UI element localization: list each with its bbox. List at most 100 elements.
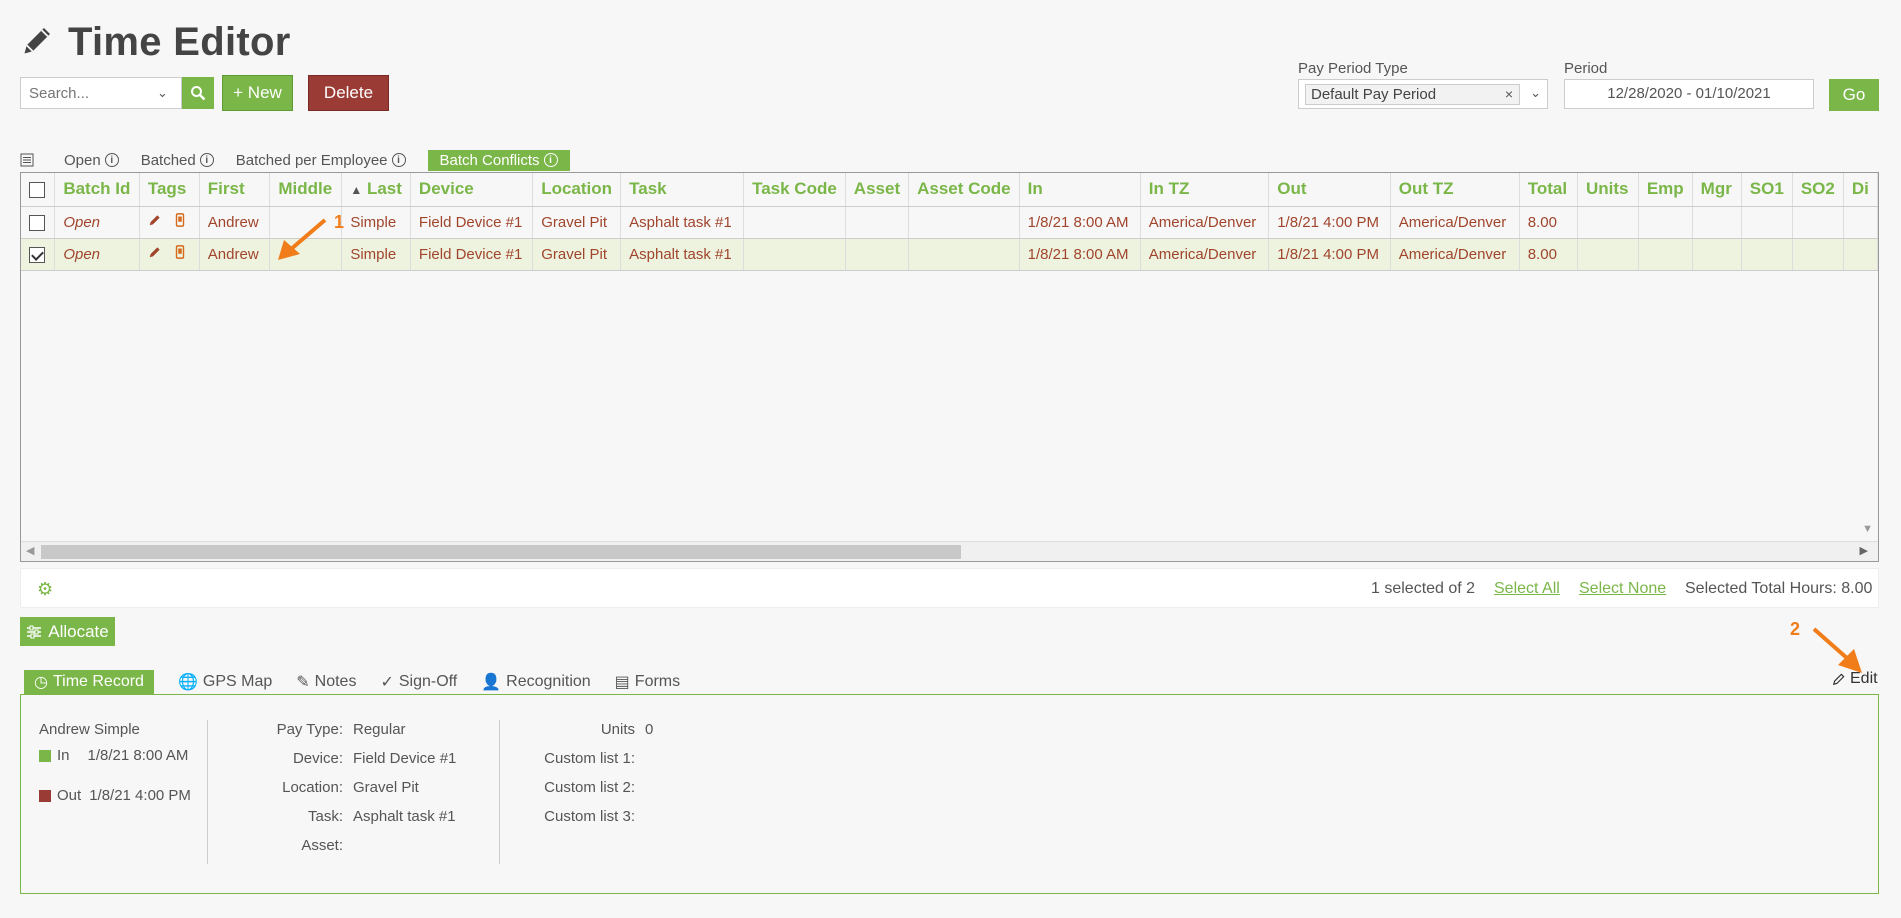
- task-code-cell: [743, 206, 846, 239]
- tab-batched[interactable]: Batched i: [141, 152, 214, 169]
- tab-sign-off[interactable]: ✓ Sign-Off: [380, 672, 457, 692]
- search-button[interactable]: [182, 77, 214, 109]
- col-header[interactable]: Units: [1577, 173, 1639, 207]
- asset-cell: [845, 206, 910, 239]
- row-checkbox-cell[interactable]: [21, 238, 56, 271]
- col-header[interactable]: Task Code: [743, 173, 846, 207]
- select-all-checkbox-cell[interactable]: [21, 173, 56, 207]
- col-header[interactable]: Out: [1268, 173, 1391, 207]
- col-header[interactable]: In TZ: [1140, 173, 1270, 207]
- info-icon[interactable]: i: [391, 153, 406, 167]
- pay-period-type-select[interactable]: Default Pay Period × ⌄: [1298, 79, 1548, 109]
- asset-cell: [845, 238, 910, 271]
- annotation-number-2: 2: [1790, 619, 1801, 639]
- col-header[interactable]: Location: [532, 173, 622, 207]
- col-header[interactable]: Task: [620, 173, 745, 207]
- gear-icon[interactable]: ⚙: [37, 579, 53, 600]
- checkbox[interactable]: [29, 181, 45, 198]
- custom-list-1-row: Custom list 1:: [511, 750, 635, 767]
- info-icon[interactable]: i: [543, 153, 558, 167]
- tab-time-record[interactable]: ◷ Time Record: [24, 670, 154, 694]
- custom-list-3-row: Custom list 3:: [511, 808, 635, 825]
- col-header[interactable]: Device: [410, 173, 534, 207]
- col-header[interactable]: Di: [1843, 173, 1878, 207]
- di-cell: [1843, 206, 1878, 239]
- tab-label: Time Record: [52, 673, 144, 690]
- tab-label: Batched: [140, 151, 196, 169]
- select-none-link[interactable]: Select None: [1579, 580, 1666, 598]
- scroll-right-arrow[interactable]: ▶: [1860, 544, 1868, 557]
- tab-forms[interactable]: ▤ Forms: [615, 672, 680, 692]
- search-box[interactable]: ⌄: [20, 77, 182, 109]
- mgr-cell: [1692, 238, 1742, 271]
- pencil-icon: [149, 247, 160, 258]
- chevron-down-icon[interactable]: ⌄: [157, 85, 168, 101]
- new-button[interactable]: + New: [222, 75, 293, 111]
- delete-button[interactable]: Delete: [308, 75, 389, 111]
- table-header-row: Batch Id Tags First Middle ▲ Last Device…: [21, 173, 1878, 207]
- checkbox[interactable]: [29, 214, 45, 231]
- col-header[interactable]: SO2: [1792, 173, 1844, 207]
- allocate-label: Allocate: [48, 621, 109, 641]
- col-header[interactable]: Total: [1519, 173, 1579, 207]
- col-header[interactable]: Batch Id: [54, 173, 140, 207]
- device-row: Device: Field Device #1: [221, 750, 456, 767]
- col-header[interactable]: Tags: [139, 173, 200, 207]
- tab-gps-map[interactable]: 🌐 GPS Map: [178, 672, 272, 692]
- list-icon[interactable]: [20, 153, 34, 167]
- device-cell: Field Device #1: [410, 238, 534, 271]
- col-header[interactable]: SO1: [1741, 173, 1793, 207]
- chevron-down-icon[interactable]: ⌄: [1530, 85, 1541, 101]
- col-header[interactable]: Emp: [1638, 173, 1693, 207]
- units-cell: [1577, 206, 1639, 239]
- grid-footer: ⚙ 1 selected of 2 Select All Select None…: [20, 568, 1879, 608]
- location-row: Location: Gravel Pit: [221, 779, 419, 796]
- task-cell: Asphalt task #1: [620, 206, 745, 239]
- col-header[interactable]: First: [199, 173, 271, 207]
- col-header[interactable]: Asset Code: [908, 173, 1020, 207]
- col-header[interactable]: Out TZ: [1390, 173, 1520, 207]
- go-button[interactable]: Go: [1829, 79, 1879, 111]
- horizontal-scrollbar[interactable]: ◀ ▶: [21, 541, 1878, 561]
- select-all-link[interactable]: Select All: [1494, 580, 1560, 598]
- tab-batched-per-employee[interactable]: Batched per Employee i: [236, 152, 406, 169]
- scrollbar-thumb[interactable]: [41, 545, 961, 559]
- checkbox-checked[interactable]: [29, 246, 45, 263]
- out-time: 1/8/21 4:00 PM: [89, 787, 191, 804]
- scroll-down-arrow[interactable]: ▼: [1862, 523, 1873, 535]
- scroll-left-arrow[interactable]: ◀: [26, 544, 34, 557]
- selected-total-hours: Selected Total Hours: 8.00: [1685, 580, 1873, 597]
- col-header[interactable]: Asset: [845, 173, 910, 207]
- tab-batch-conflicts[interactable]: Batch Conflicts i: [427, 149, 570, 171]
- custom-list-3-key: Custom list 3:: [544, 808, 635, 825]
- pay-period-chip[interactable]: Default Pay Period ×: [1305, 84, 1520, 105]
- batch-id-cell: Open: [54, 238, 140, 271]
- info-icon[interactable]: i: [104, 153, 119, 167]
- in-cell: 1/8/21 8:00 AM: [1019, 238, 1141, 271]
- total-cell: 8.00: [1519, 206, 1579, 239]
- tab-open[interactable]: Open i: [64, 152, 119, 169]
- grid-tabs: Open i Batched i Batched per Employee i Bat…: [20, 148, 570, 172]
- col-header-last[interactable]: ▲ Last: [341, 173, 411, 207]
- clear-icon[interactable]: ×: [1505, 85, 1513, 104]
- search-input[interactable]: [27, 83, 157, 103]
- period-field[interactable]: 12/28/2020 - 01/10/2021: [1564, 79, 1814, 109]
- tab-recognition[interactable]: 👤 Recognition: [481, 672, 590, 692]
- location-key: Location:: [282, 779, 343, 796]
- asset-code-cell: [908, 206, 1020, 239]
- col-header[interactable]: In: [1019, 173, 1141, 207]
- allocate-button[interactable]: Allocate: [20, 617, 115, 646]
- tab-notes[interactable]: ✎ Notes: [296, 672, 356, 692]
- in-cell: 1/8/21 8:00 AM: [1019, 206, 1141, 239]
- time-record-panel: Andrew Simple In 1/8/21 8:00 AM Out 1/8/…: [20, 694, 1879, 894]
- info-icon[interactable]: i: [199, 153, 214, 167]
- edit-link[interactable]: Edit: [1832, 670, 1878, 688]
- first-cell: Andrew: [199, 206, 271, 239]
- row-checkbox-cell[interactable]: [21, 206, 56, 239]
- col-header[interactable]: Mgr: [1692, 173, 1742, 207]
- col-header[interactable]: Middle: [269, 173, 343, 207]
- clock-icon: ◷: [34, 674, 48, 691]
- detail-tabs: ◷ Time Record 🌐 GPS Map ✎ Notes ✓ Sign-Off 👤…: [24, 670, 704, 694]
- asset-key: Asset:: [301, 837, 343, 854]
- di-cell: [1843, 238, 1878, 271]
